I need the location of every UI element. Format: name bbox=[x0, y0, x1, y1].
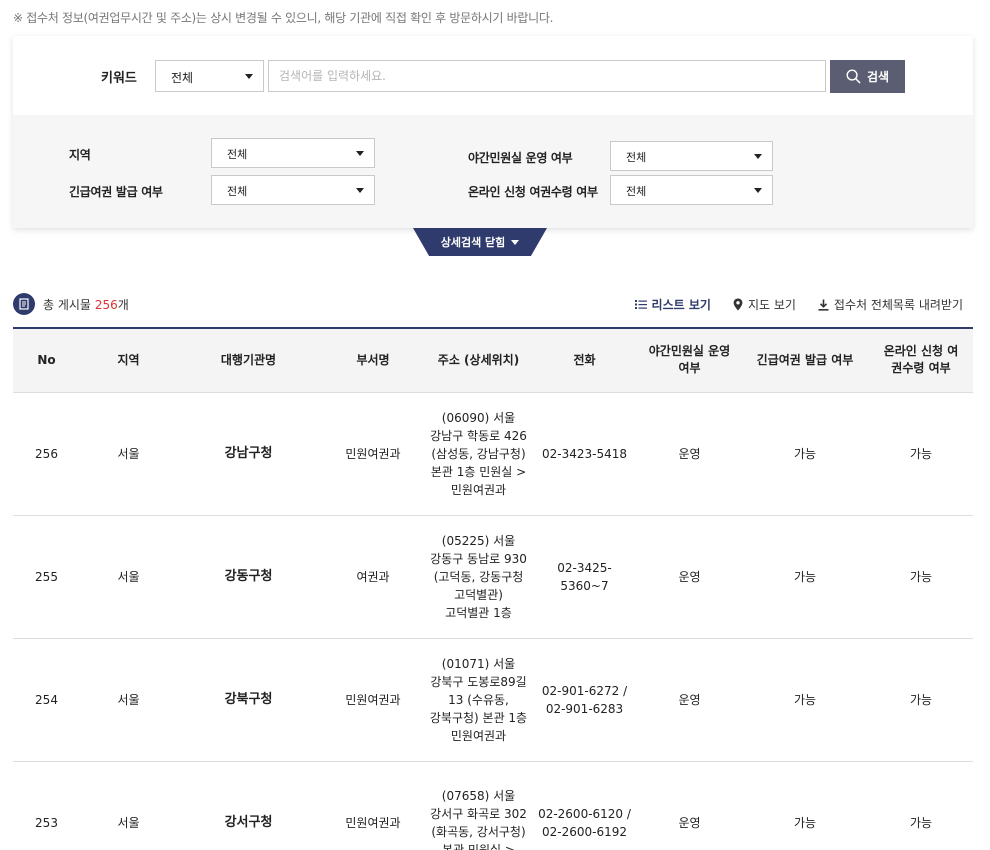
keyword-label: 키워드 bbox=[101, 71, 137, 86]
cell-online-receipt: 가능 bbox=[869, 515, 973, 639]
col-header-region: 지역 bbox=[80, 328, 177, 393]
table-row[interactable]: 254 서울 강북구청 민원여권과 (01071) 서울 강북구 도봉로89길 … bbox=[13, 638, 973, 762]
table-row[interactable]: 253 서울 강서구청 민원여권과 (07658) 서울 강서구 화곡로 302… bbox=[13, 761, 973, 850]
caret-down-icon bbox=[754, 188, 762, 193]
cell-phone: 02-3423-5418 bbox=[531, 392, 638, 516]
caret-down-icon bbox=[754, 154, 762, 159]
keyword-scope-select[interactable]: 전체 bbox=[155, 60, 264, 92]
cell-agency[interactable]: 강동구청 bbox=[177, 515, 320, 639]
night-office-select[interactable]: 전체 bbox=[610, 141, 773, 171]
total-number: 256 bbox=[94, 297, 118, 312]
cell-emergency: 가능 bbox=[741, 392, 869, 516]
cell-agency[interactable]: 강남구청 bbox=[177, 392, 320, 516]
map-view-label: 지도 보기 bbox=[747, 298, 796, 312]
list-icon bbox=[634, 300, 647, 309]
cell-region: 서울 bbox=[80, 638, 177, 762]
cell-region: 서울 bbox=[80, 392, 177, 516]
cell-phone: 02-3425- 5360~7 bbox=[531, 515, 638, 639]
cell-phone: 02-901-6272 / 02-901-6283 bbox=[531, 638, 638, 762]
col-header-agency: 대행기관명 bbox=[177, 328, 320, 393]
emergency-label: 긴급여권 발급 여부 bbox=[69, 185, 163, 199]
cell-online-receipt: 가능 bbox=[869, 638, 973, 762]
cell-agency[interactable]: 강서구청 bbox=[177, 761, 320, 850]
cell-address: (07658) 서울 강서구 화곡로 302 (화곡동, 강서구청) 본관 민원… bbox=[426, 761, 531, 850]
map-view-button[interactable]: 지도 보기 bbox=[733, 296, 796, 313]
cell-address: (05225) 서울 강동구 동남로 930 (고덕동, 강동구청 고덕별관) … bbox=[426, 515, 531, 639]
night-office-select-value: 전체 bbox=[626, 151, 647, 164]
detail-filters: 지역 전체 긴급여권 발급 여부 전체 야간민원실 운영 여부 전체 온라인 신… bbox=[13, 115, 973, 228]
list-info-bar: 총 게시물 256개 리스트 보기 지도 보기 접수처 전체목록 내려받기 bbox=[13, 293, 973, 317]
table-header-row: No 지역 대행기관명 부서명 주소 (상세위치) 전화 야간민원실 운영 여부… bbox=[13, 328, 973, 393]
search-icon bbox=[846, 69, 861, 84]
caret-down-icon bbox=[511, 239, 520, 245]
cell-online-receipt: 가능 bbox=[869, 761, 973, 850]
agency-table: No 지역 대행기관명 부서명 주소 (상세위치) 전화 야간민원실 운영 여부… bbox=[13, 327, 973, 850]
list-view-button[interactable]: 리스트 보기 bbox=[634, 296, 711, 313]
cell-no: 254 bbox=[13, 638, 80, 762]
list-view-label: 리스트 보기 bbox=[651, 298, 711, 312]
cell-address: (01071) 서울 강북구 도봉로89길 13 (수유동, 강북구청) 본관 … bbox=[426, 638, 531, 762]
total-count-text: 총 게시물 256개 bbox=[43, 296, 129, 313]
cell-emergency: 가능 bbox=[741, 638, 869, 762]
cell-agency[interactable]: 강북구청 bbox=[177, 638, 320, 762]
keyword-input[interactable] bbox=[268, 60, 826, 92]
col-header-online-receipt: 온라인 신청 여권수령 여부 bbox=[869, 328, 973, 393]
col-header-no: No bbox=[13, 328, 80, 393]
night-office-label: 야간민원실 운영 여부 bbox=[468, 151, 573, 165]
col-header-address: 주소 (상세위치) bbox=[426, 328, 531, 393]
search-button[interactable]: 검색 bbox=[830, 60, 905, 93]
online-receipt-select[interactable]: 전체 bbox=[610, 175, 773, 205]
table-row[interactable]: 255 서울 강동구청 여권과 (05225) 서울 강동구 동남로 930 (… bbox=[13, 515, 973, 639]
region-select[interactable]: 전체 bbox=[211, 138, 375, 168]
cell-department: 민원여권과 bbox=[320, 761, 426, 850]
cell-no: 255 bbox=[13, 515, 80, 639]
cell-emergency: 가능 bbox=[741, 761, 869, 850]
cell-department: 민원여권과 bbox=[320, 392, 426, 516]
keyword-scope-value: 전체 bbox=[171, 71, 194, 85]
download-icon bbox=[818, 299, 829, 311]
cell-region: 서울 bbox=[80, 761, 177, 850]
view-options: 리스트 보기 지도 보기 접수처 전체목록 내려받기 bbox=[634, 296, 963, 313]
cell-night-office: 운영 bbox=[638, 515, 741, 639]
detail-search-toggle[interactable]: 상세검색 닫힘 bbox=[413, 228, 547, 256]
total-count: 총 게시물 256개 bbox=[13, 293, 129, 315]
caret-down-icon bbox=[356, 151, 364, 156]
cell-night-office: 운영 bbox=[638, 638, 741, 762]
cell-department: 여권과 bbox=[320, 515, 426, 639]
cell-no: 253 bbox=[13, 761, 80, 850]
cell-online-receipt: 가능 bbox=[869, 392, 973, 516]
total-prefix: 총 게시물 bbox=[43, 297, 91, 312]
cell-no: 256 bbox=[13, 392, 80, 516]
online-receipt-label: 온라인 신청 여권수령 여부 bbox=[468, 185, 598, 199]
map-pin-icon bbox=[733, 298, 743, 311]
caret-down-icon bbox=[245, 74, 253, 79]
region-label: 지역 bbox=[69, 148, 91, 162]
cell-emergency: 가능 bbox=[741, 515, 869, 639]
online-receipt-select-value: 전체 bbox=[626, 185, 647, 198]
search-button-label: 검색 bbox=[866, 70, 890, 84]
cell-phone: 02-2600-6120 / 02-2600-6192 bbox=[531, 761, 638, 850]
keyword-search-row: 키워드 전체 검색 bbox=[13, 36, 973, 115]
col-header-night-office: 야간민원실 운영 여부 bbox=[638, 328, 741, 393]
region-select-value: 전체 bbox=[227, 148, 248, 161]
download-list-button[interactable]: 접수처 전체목록 내려받기 bbox=[818, 296, 963, 313]
col-header-department: 부서명 bbox=[320, 328, 426, 393]
cell-night-office: 운영 bbox=[638, 761, 741, 850]
search-panel: 키워드 전체 검색 지역 전체 긴급여권 발급 여부 전체 야간민원실 운영 여… bbox=[13, 36, 973, 228]
total-suffix: 개 bbox=[117, 297, 129, 312]
table-row[interactable]: 256 서울 강남구청 민원여권과 (06090) 서울 강남구 학동로 426… bbox=[13, 392, 973, 516]
detail-search-toggle-label: 상세검색 닫힘 bbox=[440, 236, 506, 249]
cell-address: (06090) 서울 강남구 학동로 426 (삼성동, 강남구청) 본관 1층… bbox=[426, 392, 531, 516]
caret-down-icon bbox=[356, 188, 364, 193]
download-list-label: 접수처 전체목록 내려받기 bbox=[833, 298, 963, 312]
col-header-phone: 전화 bbox=[531, 328, 638, 393]
document-icon bbox=[13, 293, 35, 315]
cell-department: 민원여권과 bbox=[320, 638, 426, 762]
cell-region: 서울 bbox=[80, 515, 177, 639]
cell-night-office: 운영 bbox=[638, 392, 741, 516]
col-header-emergency: 긴급여권 발급 여부 bbox=[741, 328, 869, 393]
emergency-select[interactable]: 전체 bbox=[211, 175, 375, 205]
notice-text: ※ 접수처 정보(여권업무시간 및 주소)는 상시 변경될 수 있으니, 해당 … bbox=[13, 11, 554, 25]
emergency-select-value: 전체 bbox=[227, 185, 248, 198]
